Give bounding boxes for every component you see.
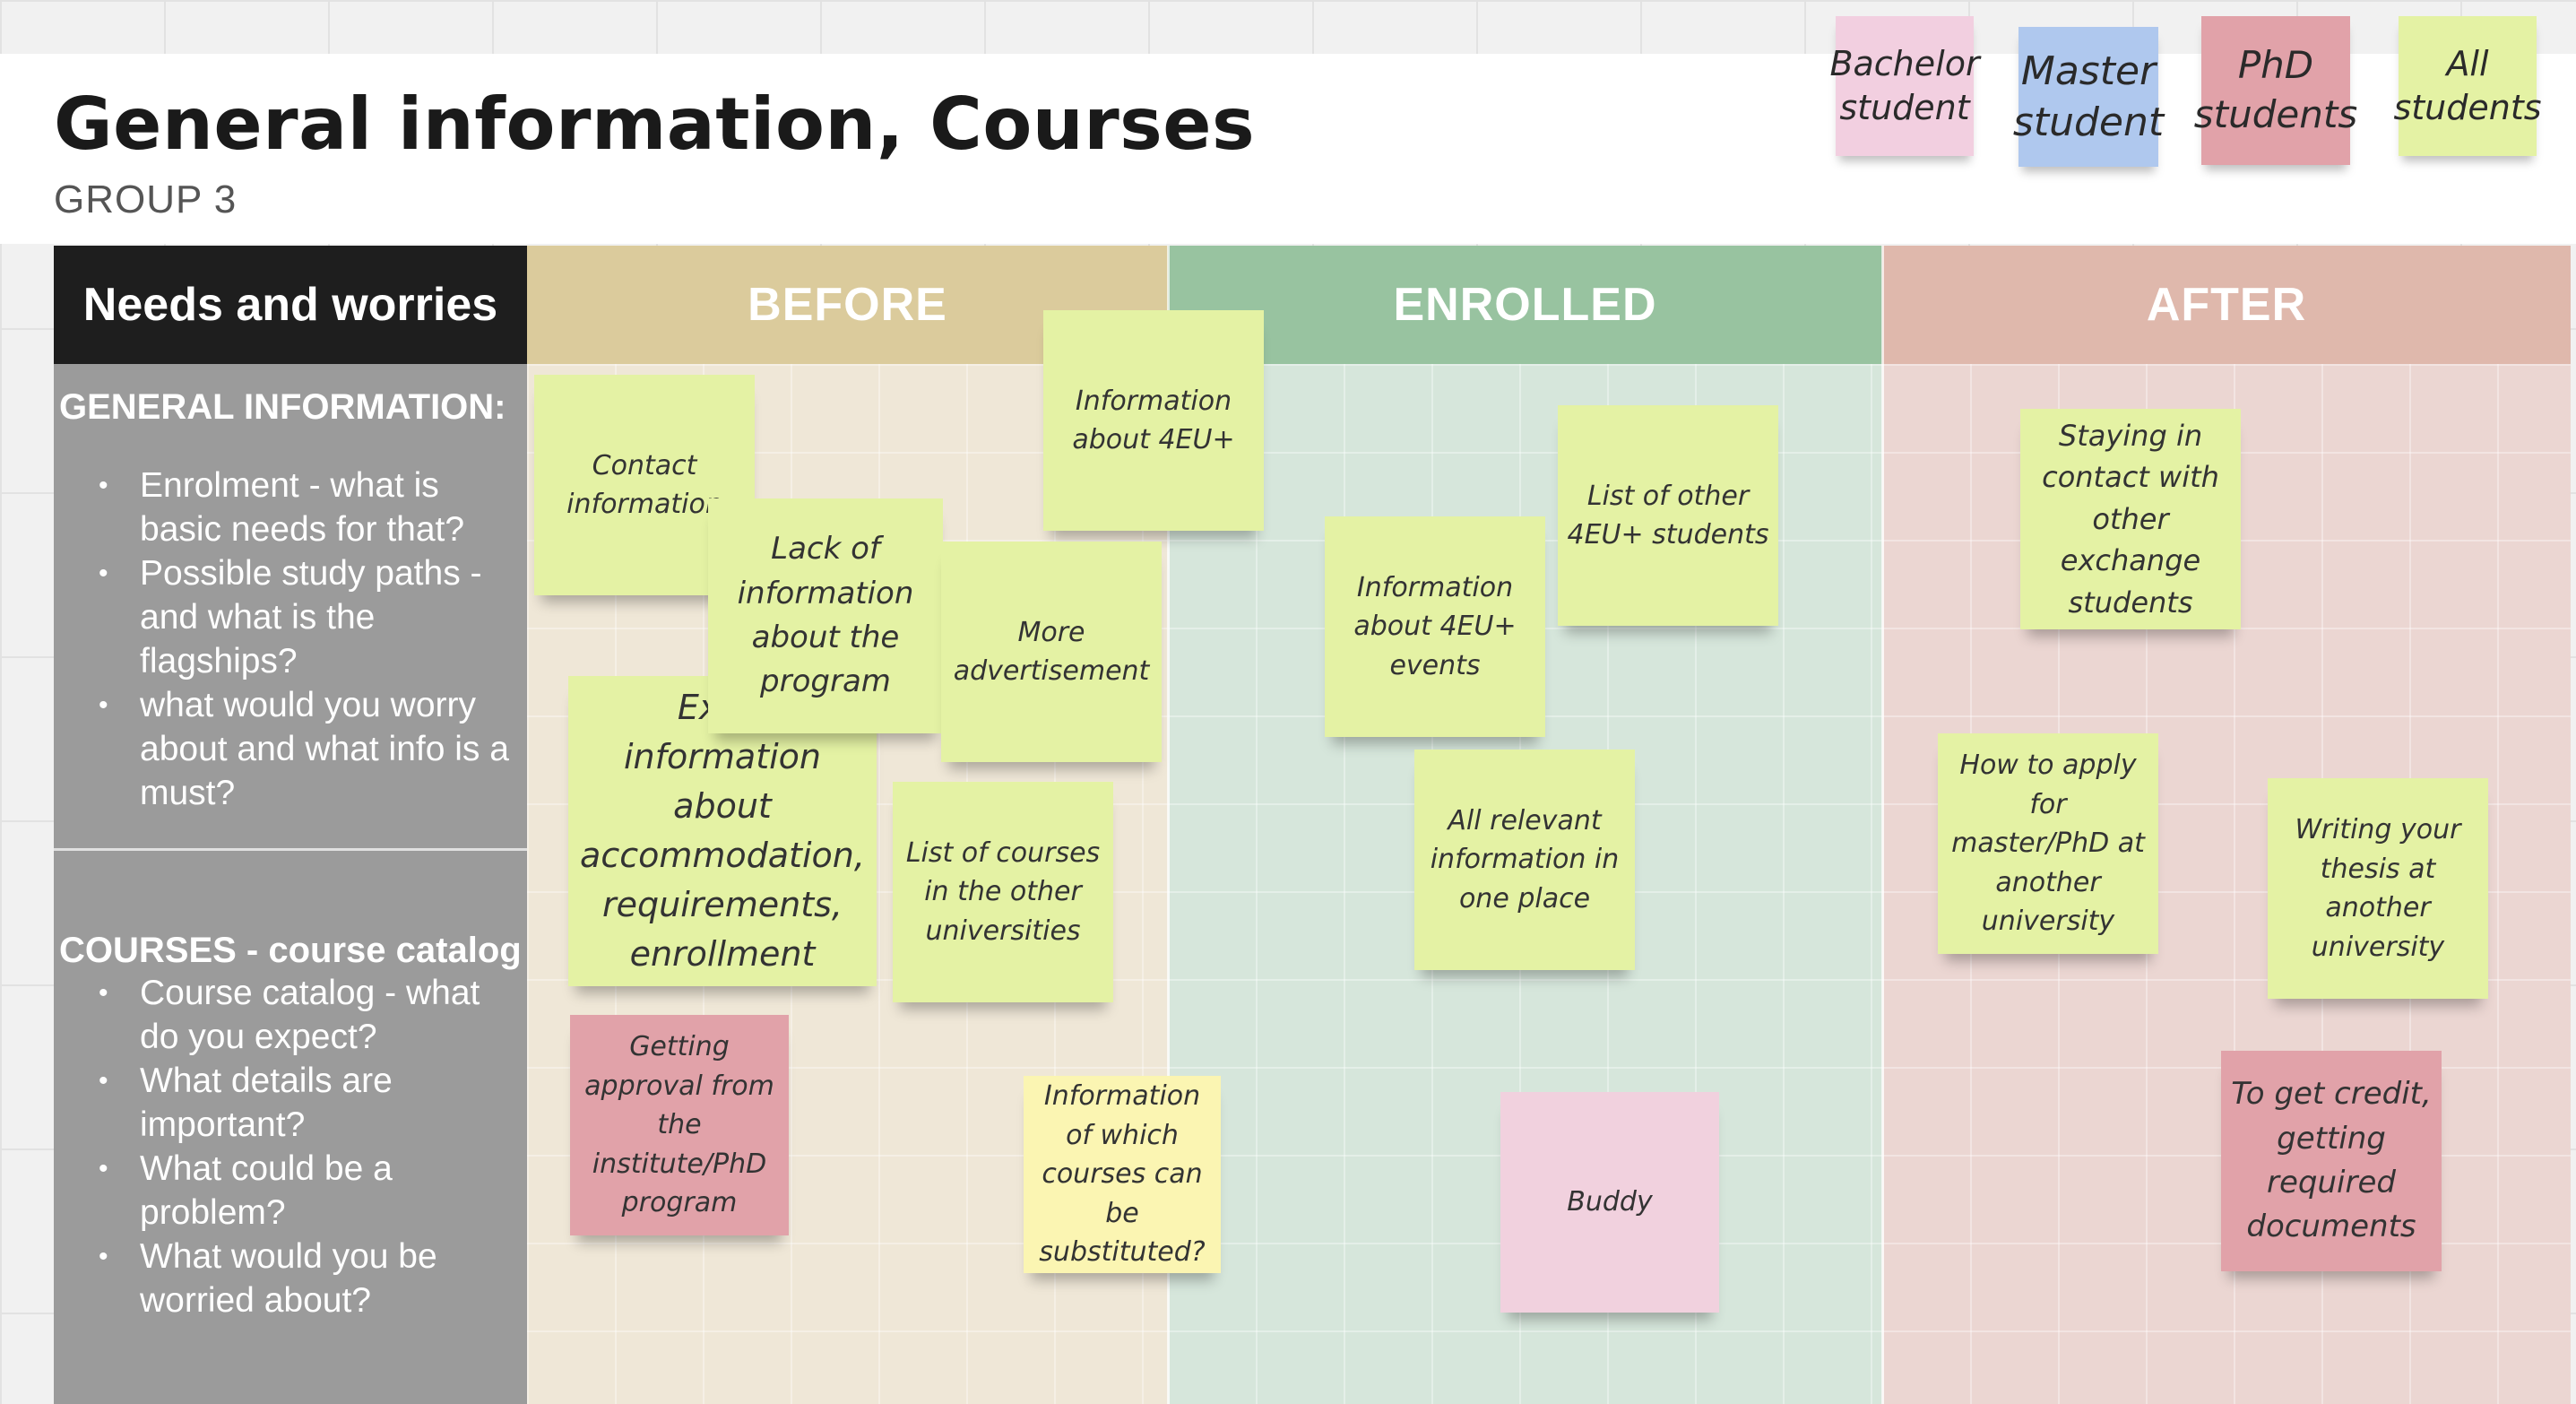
list-item: Possible study paths - and what is the f… — [59, 551, 521, 683]
board-title: General information, Courses — [54, 82, 1256, 166]
list-item: What could be a problem? — [59, 1147, 521, 1235]
sticky-note-buddy[interactable]: Buddy — [1500, 1092, 1719, 1313]
enrolled-column-header: ENROLLED — [1168, 246, 1882, 364]
board-subtitle: GROUP 3 — [54, 178, 238, 221]
legend-all-students[interactable]: All students — [2393, 16, 2542, 156]
list-item: What details are important? — [59, 1059, 521, 1147]
sticky-note-information-about-4eu[interactable]: Information about 4EU+ — [1043, 310, 1264, 531]
section-heading: COURSES - course catalog — [59, 931, 522, 970]
sticky-note-all-relevant-information[interactable]: All relevant information in one place — [1414, 750, 1635, 970]
sticky-note-getting-approval[interactable]: Getting approval from the institute/PhD … — [570, 1015, 789, 1235]
list-item: what would you worry about and what info… — [59, 683, 521, 815]
courses-section: COURSES - course catalog Course catalog … — [59, 931, 522, 1322]
column-divider — [1881, 246, 1884, 1404]
legend-master-student[interactable]: Master student — [2013, 27, 2164, 167]
sticky-note-how-to-apply[interactable]: How to apply for master/PhD at another u… — [1938, 733, 2158, 954]
sticky-note-information-about-events[interactable]: Information about 4EU+ events — [1325, 516, 1545, 737]
list-item: What would you be worried about? — [59, 1235, 521, 1322]
sticky-note-list-of-courses[interactable]: List of courses in the other universitie… — [893, 782, 1113, 1002]
after-column-header: AFTER — [1882, 246, 2571, 364]
sticky-note-staying-in-contact[interactable]: Staying in contact with other exchange s… — [2020, 409, 2241, 629]
legend-bachelor-student[interactable]: Bachelor student — [1829, 16, 1980, 156]
sticky-note-more-advertisement[interactable]: More advertisement — [941, 542, 1162, 762]
general-information-section: GENERAL INFORMATION: Enrolment - what is… — [59, 387, 521, 815]
list-item: Course catalog - what do you expect? — [59, 971, 521, 1059]
legend-phd-students[interactable]: PhD students — [2194, 16, 2357, 165]
sticky-note-courses-substituted[interactable]: Information of which courses can be subs… — [1024, 1076, 1221, 1273]
needs-and-worries-header: Needs and worries — [54, 246, 527, 364]
sticky-note-lack-of-information[interactable]: Lack of information about the program — [708, 498, 943, 733]
sticky-note-to-get-credit[interactable]: To get credit, getting required document… — [2221, 1051, 2442, 1271]
section-divider — [54, 848, 527, 851]
section-heading: GENERAL INFORMATION: — [59, 387, 506, 427]
sticky-note-writing-your-thesis[interactable]: Writing your thesis at another universit… — [2268, 778, 2488, 999]
list-item: Enrolment - what is basic needs for that… — [59, 464, 521, 551]
sticky-note-list-of-other-students[interactable]: List of other 4EU+ students — [1558, 405, 1778, 626]
